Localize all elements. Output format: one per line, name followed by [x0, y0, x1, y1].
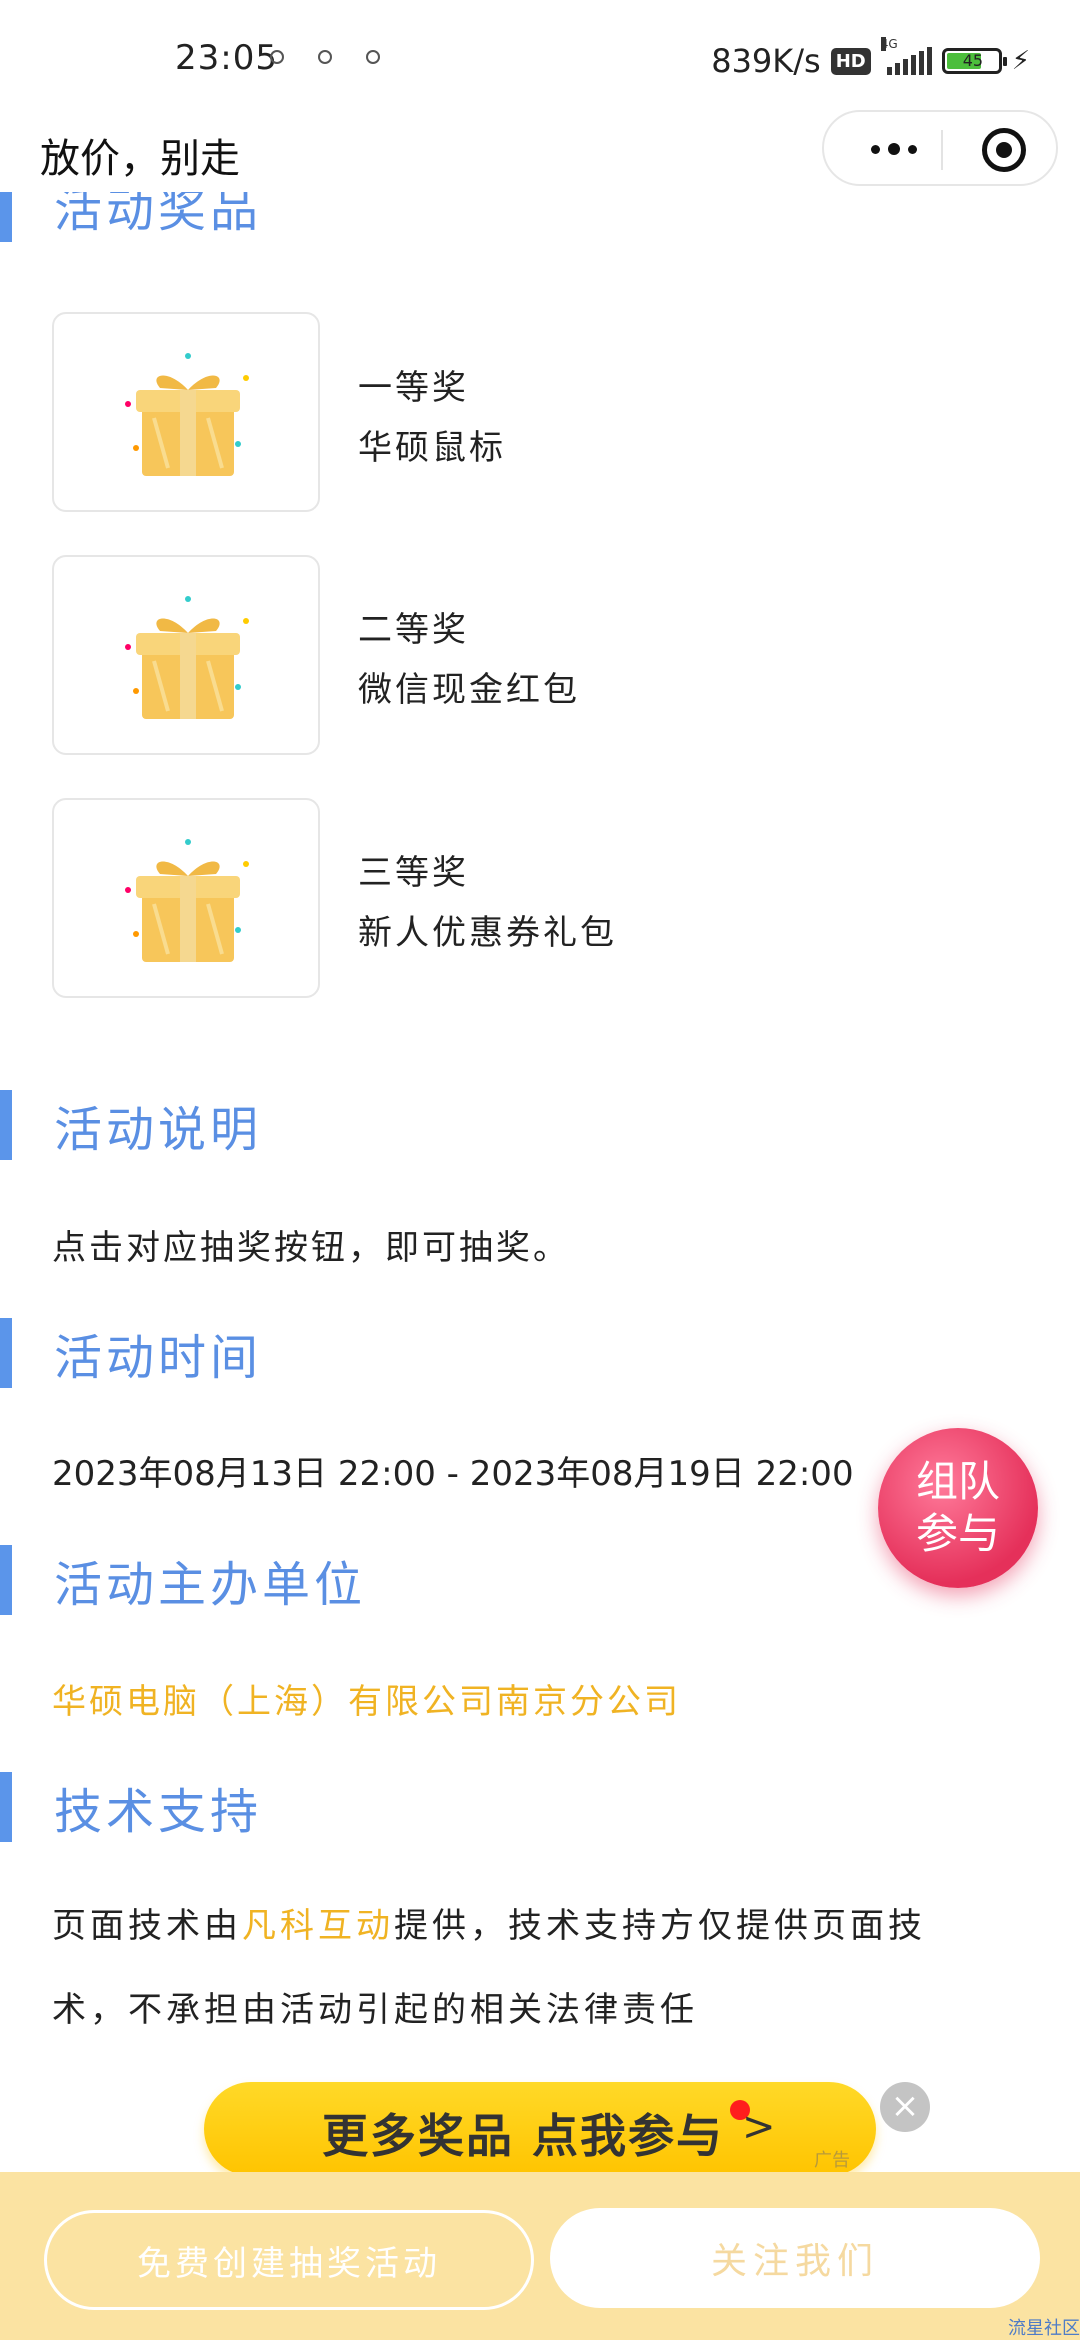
notification-icons — [270, 50, 380, 64]
section-accent-bar — [0, 1318, 12, 1388]
signal-icon: 4G — [880, 37, 932, 75]
battery-level: 45 — [962, 51, 984, 70]
watermark: 流星社区 — [1008, 2318, 1080, 2339]
prize-image-card — [52, 798, 320, 998]
prize-image-card — [52, 555, 320, 755]
net-speed: 839K/s — [711, 42, 821, 80]
section-accent-bar — [0, 1772, 12, 1842]
section-title: 技术支持 — [54, 1784, 263, 1840]
prize-name: 微信现金红包 — [358, 670, 580, 710]
bottom-bar: 免费创建抽奖活动 关注我们 流星社区 — [0, 2172, 1080, 2340]
activity-time-range: 2023年08月13日 22:00 - 2023年08月19日 22:00 — [52, 1454, 854, 1494]
tech-line2: 术，不承担由活动引起的相关法律责任 — [52, 1990, 698, 2030]
section-time-heading: 活动时间 — [0, 1318, 262, 1388]
prize-info: 三等奖 新人优惠券礼包 — [358, 843, 617, 963]
prize-info: 一等奖 华硕鼠标 — [358, 358, 506, 478]
section-title: 活动主办单位 — [54, 1557, 367, 1613]
section-title: 活动说明 — [54, 1102, 263, 1158]
close-miniprogram-icon[interactable] — [982, 128, 1026, 172]
close-icon[interactable]: × — [880, 2082, 930, 2132]
team-button-line1: 组队 — [915, 1457, 1000, 1506]
battery-icon: 45 — [941, 48, 1007, 74]
section-accent-bar — [0, 1090, 12, 1160]
create-lottery-button[interactable]: 免费创建抽奖活动 — [44, 2210, 534, 2310]
notification-icon — [318, 50, 332, 64]
gift-box-icon — [125, 353, 249, 476]
prize-name: 华硕鼠标 — [358, 428, 506, 468]
gift-box-icon — [125, 596, 249, 719]
team-join-button[interactable]: 组队 参与 — [878, 1428, 1038, 1588]
charging-icon: ⚡ — [1011, 46, 1030, 76]
tech-prefix: 页面技术由 — [52, 1906, 242, 1946]
section-description-heading: 活动说明 — [0, 1090, 262, 1160]
prize-info: 二等奖 微信现金红包 — [358, 600, 580, 720]
tech-suffix: 提供，技术支持方仅提供页面技 — [394, 1906, 926, 1946]
chevron-right-icon: > — [742, 2104, 776, 2150]
miniprogram-capsule — [822, 110, 1058, 186]
section-accent-bar — [0, 1545, 12, 1615]
section-title: 活动时间 — [54, 1330, 263, 1386]
section-tech-heading: 技术支持 — [0, 1772, 262, 1842]
prize-rank: 一等奖 — [358, 368, 469, 408]
more-options-icon[interactable] — [854, 134, 934, 164]
status-time: 23:05 — [175, 38, 278, 78]
tech-support-text: 页面技术由凡科互动提供，技术支持方仅提供页面技 术，不承担由活动引起的相关法律责… — [52, 1884, 1012, 2052]
prize-image-card — [52, 312, 320, 512]
hd-icon: HD — [830, 47, 871, 75]
gift-box-icon — [125, 839, 249, 962]
section-accent-bar — [0, 192, 12, 242]
notification-icon — [270, 50, 284, 64]
capsule-divider — [941, 130, 943, 170]
section-prizes-heading: 活动奖品 — [0, 192, 262, 242]
section-organizer-heading: 活动主办单位 — [0, 1545, 366, 1615]
organizer-name: 华硕电脑（上海）有限公司南京分公司 — [52, 1682, 681, 1722]
team-button-line2: 参与 — [915, 1509, 1000, 1558]
status-bar: 23:05 839K/s HD 4G 45 ⚡ — [0, 0, 1080, 110]
prize-name: 新人优惠券礼包 — [358, 913, 617, 953]
follow-us-button[interactable]: 关注我们 — [550, 2208, 1040, 2308]
ad-banner[interactable]: 更多奖品 点我参与 > 广告 — [204, 2082, 876, 2176]
section-title: 活动奖品 — [54, 192, 263, 238]
tech-company-link[interactable]: 凡科互动 — [242, 1906, 394, 1946]
network-type: 4G — [880, 37, 898, 51]
prize-rank: 二等奖 — [358, 610, 469, 650]
prize-rank: 三等奖 — [358, 853, 469, 893]
status-right: 839K/s HD 4G 45 ⚡ — [711, 37, 1030, 80]
description-text: 点击对应抽奖按钮，即可抽奖。 — [52, 1228, 570, 1268]
page-title: 放价，别走 — [40, 136, 240, 182]
ad-text: 更多奖品 点我参与 — [322, 2109, 725, 2163]
nav-bar: 放价，别走 — [0, 110, 1080, 192]
ad-tag: 广告 — [814, 2150, 850, 2171]
notification-icon — [366, 50, 380, 64]
